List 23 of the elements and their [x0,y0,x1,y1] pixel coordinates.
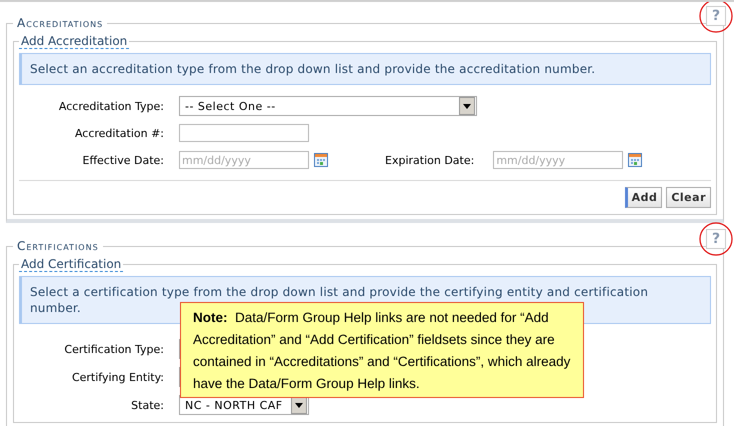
form-button[interactable]: Add [624,187,662,208]
form-button[interactable]: Clear [666,187,711,208]
note-tooltip: Note: Data/Form Group Help links are not needed for “Add Accreditation” and “Add Certification” fieldsets since they are contained in “Accreditations” and “Certifications”, which already have the Data/Form Group Help links. [180,302,584,398]
field-label: Expiration Date: [385,154,474,166]
dropdown-arrow-icon[interactable] [459,97,475,115]
fieldset-title: Add Accreditation [19,34,130,49]
info-message: Select an accreditation type from the drop down list and provide the accreditation number. [19,53,711,85]
calendar-icon[interactable] [314,153,328,167]
section-title: Accreditations [16,16,104,30]
field-label: Effective Date: [82,154,164,166]
date-field[interactable]: mm/dd/yyyy [179,151,309,169]
section-title: Certifications [16,239,100,253]
field-label: State: [130,398,164,412]
field-label: Accreditation Type: [58,100,164,112]
field-label: Accreditation #: [74,126,164,140]
fieldset-title: Add Certification [19,257,124,272]
field-label: Certification Type: [63,342,164,356]
input-field[interactable] [179,124,309,142]
date-field[interactable]: mm/dd/yyyy [493,151,624,169]
dropdown[interactable]: -- Select One -- [179,96,477,116]
highlight-circle [699,222,733,256]
calendar-icon[interactable] [628,153,642,167]
field-label: Certifying Entity: [70,370,164,384]
